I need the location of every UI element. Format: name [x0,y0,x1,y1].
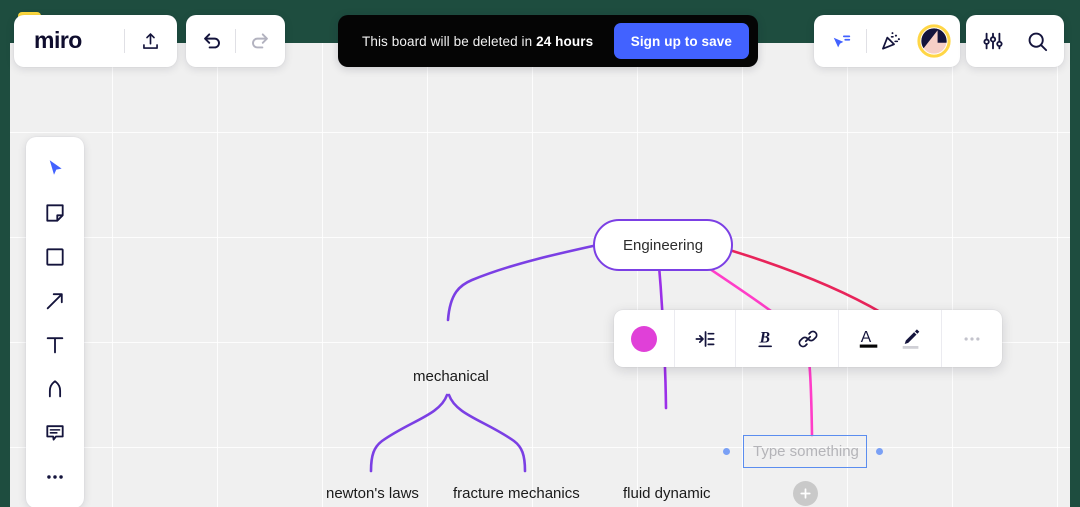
format-more-icon[interactable] [951,318,993,360]
text-color-button[interactable]: A [848,318,890,360]
svg-text:miro: miro [34,29,82,53]
select-tool[interactable] [33,147,77,190]
editing-node-placeholder: Type something [753,443,859,460]
fill-color-button[interactable] [623,318,665,360]
text-color-label: A [861,328,872,345]
mindmap-editing-node[interactable]: Type something [743,435,867,468]
format-group-color [614,310,674,367]
banner-message-prefix: This board will be deleted in [362,33,537,49]
comment-tool[interactable] [33,411,77,454]
banner-message: This board will be deleted in 24 hours [362,34,593,49]
search-icon[interactable] [1016,20,1058,62]
miro-wordmark[interactable]: miro [20,29,120,53]
present-cursor-icon[interactable] [821,20,863,62]
root-node-label: Engineering [622,236,704,254]
upload-icon[interactable] [129,20,171,62]
sliders-icon[interactable] [972,20,1014,62]
mindmap-node-mechanical[interactable]: mechanical [413,368,489,385]
node-label: fluid dynamic [623,485,711,502]
arrow-tool[interactable] [33,279,77,322]
creation-toolbar [26,137,84,507]
mindmap-connectors [369,229,884,473]
connector-dot-left[interactable] [723,448,730,455]
toolbar-divider [235,29,236,53]
toolbar-divider [866,29,867,53]
collaboration-toolbar [814,15,960,67]
board-deletion-banner: This board will be deleted in 24 hours S… [338,15,758,67]
color-swatch-icon [631,325,657,352]
link-icon[interactable] [787,318,829,360]
bold-button[interactable]: B [745,318,787,360]
user-avatar[interactable] [915,22,953,60]
mindmap-node-newtons-laws[interactable]: newton's laws [326,485,419,502]
whiteboard-canvas[interactable]: Engineering mechanical newton's laws fra… [10,43,1070,507]
node-label: mechanical [413,368,489,385]
node-label: fracture mechanics [453,485,580,502]
banner-message-time: 24 hours [536,33,594,49]
mindmap-node-fluid-dynamic[interactable]: fluid dynamic [623,485,711,502]
node-label: newton's laws [326,485,419,502]
brand-toolbar: miro [14,15,177,67]
redo-icon [238,20,280,62]
format-group-color-text: A [839,310,941,367]
miro-window: Miro whiteboard Engineering mechanical [0,0,1080,507]
format-group-text: B [736,310,838,367]
bold-label: B [759,329,770,346]
sign-up-to-save-button[interactable]: Sign up to save [613,23,749,59]
text-format-toolbar: B A [614,310,1002,367]
mindmap-root-node[interactable]: Engineering [593,219,733,271]
mindmap-node-fracture-mechanics[interactable]: fracture mechanics [453,485,580,502]
pen-tool[interactable] [33,367,77,410]
format-group-layout [675,310,735,367]
history-toolbar [186,15,285,67]
undo-icon[interactable] [191,20,233,62]
text-tool[interactable] [33,323,77,366]
add-child-node-button[interactable] [793,481,818,506]
connector-dot-right[interactable] [876,448,883,455]
shape-tool[interactable] [33,235,77,278]
utility-toolbar [966,15,1064,67]
format-group-more [942,310,1002,367]
more-tools-icon[interactable] [33,455,77,498]
indent-layout-icon[interactable] [684,318,726,360]
sticky-note-tool[interactable] [33,191,77,234]
toolbar-divider [124,29,125,53]
party-popper-icon[interactable] [870,20,912,62]
marker-pen-icon[interactable] [890,318,932,360]
